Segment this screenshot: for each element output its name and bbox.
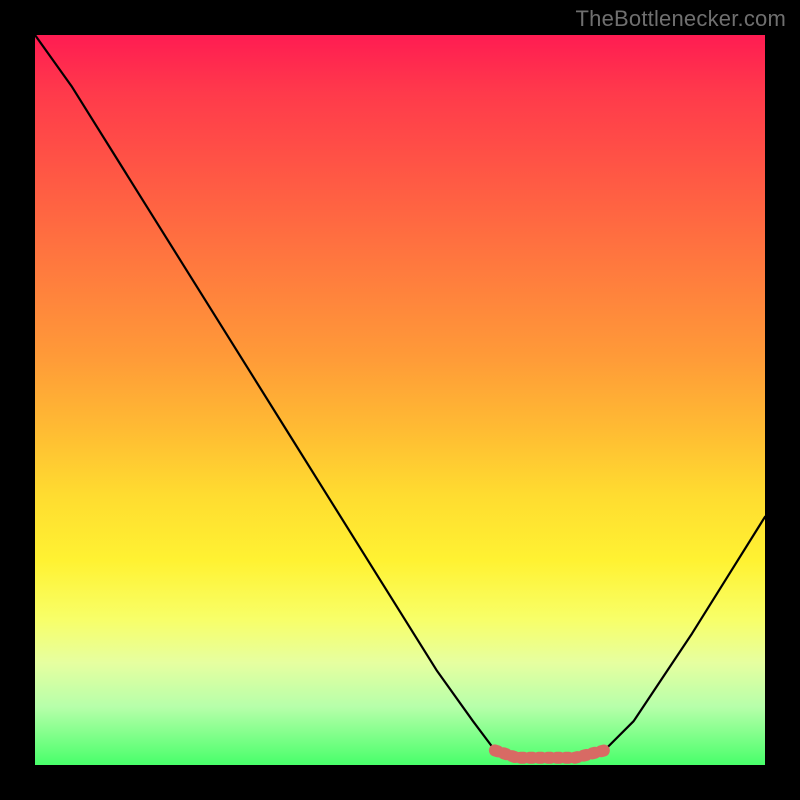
heatmap-gradient xyxy=(35,35,765,765)
attribution-text: TheBottlenecker.com xyxy=(576,6,786,32)
chart-frame: TheBottlenecker.com xyxy=(0,0,800,800)
plot-area xyxy=(35,35,765,765)
